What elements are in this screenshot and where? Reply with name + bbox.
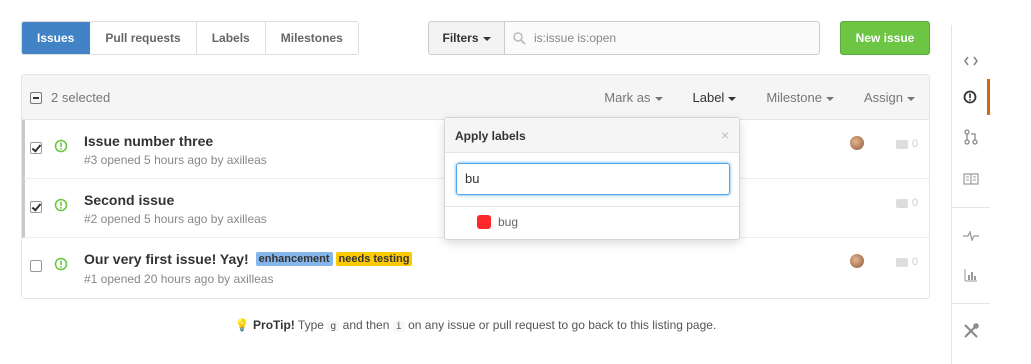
popup-header: Apply labels × bbox=[445, 118, 739, 153]
protip-text-2: and then bbox=[342, 318, 390, 332]
protip-text-3: on any issue or pull request to go back … bbox=[408, 318, 717, 332]
filter-search-bar: Filters is:issue is:open bbox=[428, 21, 820, 55]
issue-opened-icon bbox=[54, 257, 68, 271]
issue-title[interactable]: Our very first issue! Yay! bbox=[84, 251, 249, 267]
protip: 💡 ProTip! Type g and then i on any issue… bbox=[0, 318, 951, 332]
issue-title-line: Our very first issue! Yay! enhancement ne… bbox=[84, 251, 413, 267]
repo-sidebar bbox=[951, 25, 1031, 364]
bulk-actions: Mark as Label Milestone Assign bbox=[574, 90, 915, 105]
issue-opened-icon[interactable] bbox=[952, 79, 990, 115]
search-input[interactable]: is:issue is:open bbox=[505, 22, 819, 54]
issue-row[interactable]: Our very first issue! Yay! enhancement ne… bbox=[22, 238, 929, 298]
label-filter-input[interactable]: bu bbox=[456, 163, 730, 195]
code-icon[interactable] bbox=[952, 43, 990, 79]
assign-dropdown[interactable]: Assign bbox=[864, 90, 915, 105]
apply-labels-popup: Apply labels × bu bug bbox=[444, 117, 740, 240]
label-option-bug[interactable]: bug bbox=[477, 215, 518, 229]
comment-count-value: 0 bbox=[912, 138, 919, 150]
label-color-swatch bbox=[477, 215, 491, 229]
sidebar-divider bbox=[952, 303, 990, 304]
issue-checkbox[interactable] bbox=[30, 142, 42, 154]
label-dropdown[interactable]: Label bbox=[693, 90, 737, 105]
issue-meta: #2 opened 5 hours ago by axilleas bbox=[84, 212, 267, 226]
protip-text-1: Type bbox=[297, 318, 324, 332]
popup-divider bbox=[445, 206, 739, 207]
comment-count[interactable]: 0 bbox=[896, 197, 918, 209]
issue-opened-icon bbox=[54, 198, 68, 212]
comment-count[interactable]: 0 bbox=[896, 138, 918, 150]
protip-strong: ProTip! bbox=[253, 318, 295, 332]
git-pull-request-icon[interactable] bbox=[952, 119, 990, 155]
close-icon[interactable]: × bbox=[721, 127, 729, 143]
caret-down-icon bbox=[654, 96, 663, 101]
repo-nav-tabs: Issues Pull requests Labels Milestones bbox=[21, 21, 359, 55]
select-all-checkbox[interactable] bbox=[30, 91, 42, 104]
caret-down-icon bbox=[825, 96, 834, 101]
assignee-avatar[interactable] bbox=[850, 254, 864, 268]
search-query: is:issue is:open bbox=[534, 31, 617, 45]
popup-title: Apply labels bbox=[455, 129, 526, 143]
issue-title[interactable]: Issue number three bbox=[84, 133, 213, 149]
tab-issues[interactable]: Issues bbox=[22, 22, 91, 54]
new-issue-button[interactable]: New issue bbox=[840, 21, 930, 55]
pulse-icon[interactable] bbox=[952, 218, 990, 254]
caret-down-icon bbox=[482, 36, 491, 41]
lightbulb-icon: 💡 bbox=[234, 318, 250, 332]
issue-checkbox[interactable] bbox=[30, 260, 42, 272]
filters-label: Filters bbox=[442, 31, 479, 45]
comment-icon bbox=[896, 139, 908, 149]
tab-pull-requests[interactable]: Pull requests bbox=[90, 22, 197, 54]
issue-title[interactable]: Second issue bbox=[84, 192, 174, 208]
tab-labels[interactable]: Labels bbox=[196, 22, 266, 54]
caret-down-icon bbox=[907, 96, 915, 101]
comment-icon bbox=[896, 198, 908, 208]
tab-milestones[interactable]: Milestones bbox=[265, 22, 358, 54]
comment-count[interactable]: 0 bbox=[896, 256, 918, 268]
assign-label: Assign bbox=[863, 90, 903, 105]
assignee-avatar[interactable] bbox=[850, 136, 864, 150]
selected-count-text: 2 selected bbox=[51, 90, 111, 105]
protip-key-i: i bbox=[392, 321, 405, 332]
comment-count-value: 0 bbox=[912, 197, 919, 209]
comment-count-value: 0 bbox=[912, 256, 919, 268]
mark-as-dropdown[interactable]: Mark as bbox=[604, 90, 663, 105]
milestone-dropdown[interactable]: Milestone bbox=[766, 90, 834, 105]
protip-key-g: g bbox=[327, 321, 340, 332]
sidebar-divider bbox=[952, 207, 990, 208]
issue-opened-icon bbox=[54, 139, 68, 153]
graph-icon[interactable] bbox=[952, 257, 990, 293]
selection-count: 2 selected bbox=[30, 90, 110, 105]
label-option-name: bug bbox=[498, 215, 519, 229]
tools-icon[interactable] bbox=[952, 313, 990, 349]
book-icon[interactable] bbox=[952, 161, 990, 197]
caret-down-icon bbox=[728, 96, 737, 101]
issue-meta: #3 opened 5 hours ago by axilleas bbox=[84, 153, 267, 167]
mark-as-label: Mark as bbox=[604, 90, 651, 105]
label-dropdown-label: Label bbox=[692, 90, 725, 105]
issue-meta: #1 opened 20 hours ago by axilleas bbox=[84, 272, 274, 286]
comment-icon bbox=[896, 257, 908, 267]
milestone-label: Milestone bbox=[766, 90, 822, 105]
issue-checkbox[interactable] bbox=[30, 201, 42, 213]
issues-list-header: 2 selected Mark as Label Milestone Assig… bbox=[22, 75, 929, 120]
label-enhancement[interactable]: enhancement bbox=[255, 252, 333, 266]
search-icon bbox=[513, 31, 526, 45]
filters-dropdown-button[interactable]: Filters bbox=[429, 22, 505, 54]
label-needs-testing[interactable]: needs testing bbox=[335, 252, 413, 266]
